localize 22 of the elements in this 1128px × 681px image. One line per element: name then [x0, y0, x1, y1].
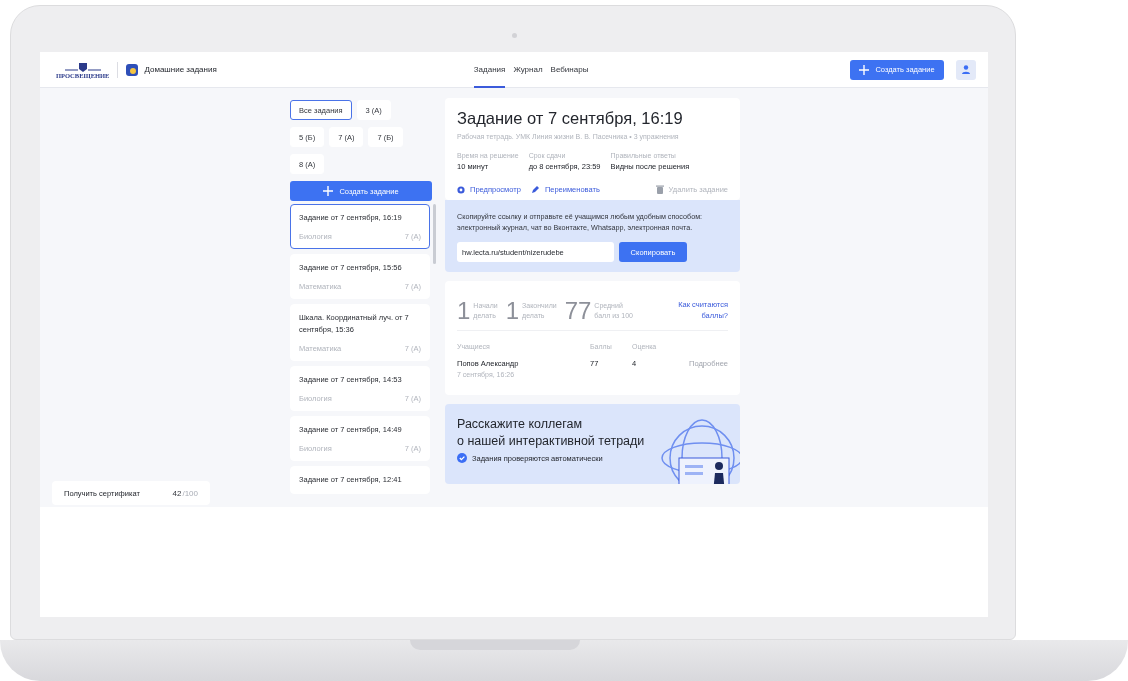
app-icon [126, 63, 139, 76]
check-icon [457, 453, 467, 463]
plus-icon [323, 186, 334, 196]
camera-dot [511, 33, 517, 38]
stat-value: 1 [457, 299, 471, 323]
user-icon [962, 65, 970, 74]
nav-tab[interactable]: Журнал [513, 52, 543, 88]
promo-title: Расскажите коллегам о нашей интерактивной тетради [457, 416, 646, 450]
eye-icon [457, 185, 465, 194]
stat-value: 1 [505, 299, 520, 323]
task-title: Задание от 7 сентября, 16:19 [457, 109, 684, 128]
plus-icon [859, 64, 870, 75]
shield-icon [64, 60, 101, 72]
scrollbar[interactable] [433, 204, 436, 264]
score-value: 42 [172, 488, 182, 498]
trash-icon [655, 185, 664, 194]
app-title: Домашние задания [144, 65, 217, 74]
pencil-icon [530, 185, 540, 194]
stat-value: 77 [564, 299, 592, 323]
nav-tab[interactable]: Вебинары [550, 52, 589, 88]
avatar-button[interactable] [956, 59, 976, 80]
score-total: /100 [182, 488, 198, 498]
